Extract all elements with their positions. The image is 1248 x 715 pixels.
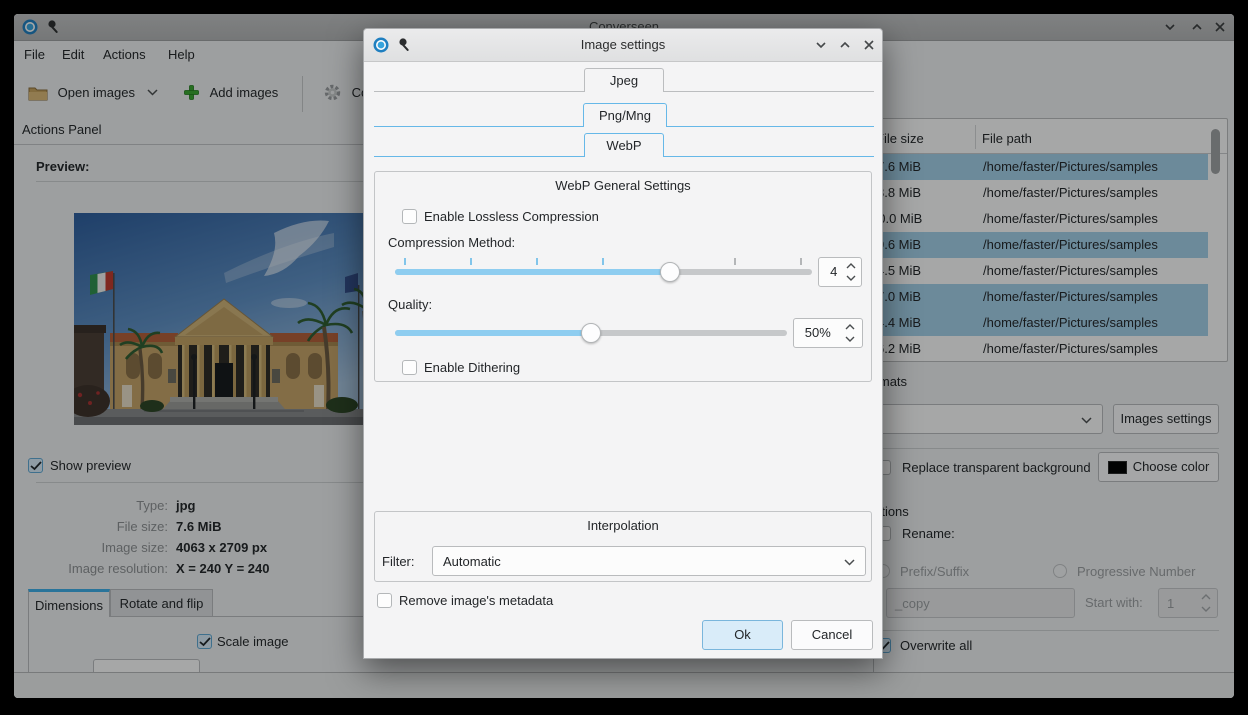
lossless-checkbox[interactable] <box>402 209 417 224</box>
tab-jpeg[interactable]: Jpeg <box>584 68 664 92</box>
group-title: WebP General Settings <box>375 178 871 193</box>
filter-label: Filter: <box>382 554 415 569</box>
slider-tick <box>602 258 604 265</box>
quality-label: Quality: <box>388 297 432 312</box>
spin-down-icon[interactable] <box>846 275 856 281</box>
spin-up-icon[interactable] <box>845 324 855 330</box>
dithering-label: Enable Dithering <box>424 360 520 375</box>
remove-metadata-label: Remove image's metadata <box>399 593 553 608</box>
spin-up-icon[interactable] <box>846 263 856 269</box>
dialog-title: Image settings <box>364 37 882 52</box>
quality-slider-handle[interactable] <box>581 323 601 343</box>
interpolation-group: Interpolation Filter: Automatic <box>374 511 872 582</box>
dialog-titlebar[interactable]: Image settings <box>364 29 882 62</box>
slider-tick <box>800 258 802 265</box>
compression-slider-fill <box>395 269 670 275</box>
webp-settings-group: WebP General Settings Enable Lossless Co… <box>374 171 872 382</box>
quality-slider-fill <box>395 330 591 336</box>
compression-method-label: Compression Method: <box>388 235 515 250</box>
compression-spinner[interactable]: 4 <box>818 257 862 287</box>
filter-combobox[interactable]: Automatic <box>432 546 866 576</box>
close-icon[interactable] <box>863 39 875 51</box>
compression-slider-handle[interactable] <box>660 262 680 282</box>
quality-spinner[interactable]: 50% <box>793 318 863 348</box>
filter-value: Automatic <box>443 554 501 569</box>
slider-tick <box>734 258 736 265</box>
lossless-label: Enable Lossless Compression <box>424 209 599 224</box>
tab-webp[interactable]: WebP <box>584 133 664 157</box>
remove-metadata-checkbox[interactable] <box>377 593 392 608</box>
spin-down-icon[interactable] <box>845 336 855 342</box>
dithering-checkbox[interactable] <box>402 360 417 375</box>
quality-value: 50% <box>794 325 842 340</box>
cancel-button[interactable]: Cancel <box>791 620 873 650</box>
chevron-down-icon <box>844 559 855 566</box>
tab-png-mng[interactable]: Png/Mng <box>583 103 667 127</box>
image-settings-dialog: Image settings Jpeg Png/Mng WebP WebP Ge… <box>363 28 883 659</box>
group-title: Interpolation <box>375 518 871 533</box>
slider-tick <box>536 258 538 265</box>
minimize-icon[interactable] <box>815 39 827 51</box>
maximize-icon[interactable] <box>839 39 851 51</box>
compression-value: 4 <box>819 264 848 279</box>
slider-tick <box>470 258 472 265</box>
ok-button[interactable]: Ok <box>702 620 783 650</box>
slider-tick <box>404 258 406 265</box>
